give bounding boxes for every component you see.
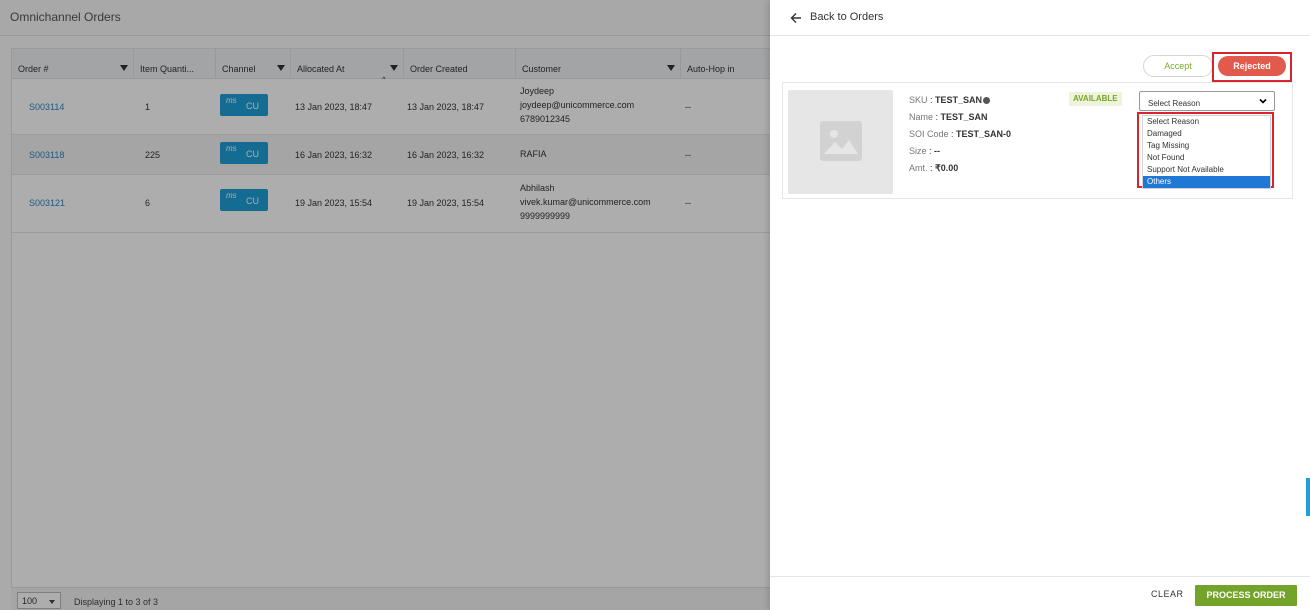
product-thumbnail (788, 90, 893, 194)
clear-button[interactable]: CLEAR (1151, 589, 1184, 599)
back-to-orders-link[interactable]: Back to Orders (810, 11, 883, 23)
reason-option-support-not-available[interactable]: Support Not Available (1143, 164, 1270, 176)
reject-reason-select[interactable]: Select Reason (1139, 91, 1275, 111)
process-order-button[interactable]: PROCESS ORDER (1195, 585, 1297, 606)
reason-option-tag-missing[interactable]: Tag Missing (1143, 140, 1270, 152)
availability-badge: AVAILABLE (1069, 92, 1122, 106)
reason-option-select-reason[interactable]: Select Reason (1143, 116, 1270, 128)
soi-code-line: SOI Code : TEST_SAN-0 (909, 129, 1012, 139)
order-detail-panel: Back to Orders Accept Rejected SKU : TES… (770, 0, 1310, 610)
sku-line: SKU : TEST_SAN (909, 95, 991, 105)
reason-option-others[interactable]: Others (1143, 176, 1270, 188)
reason-option-not-found[interactable]: Not Found (1143, 152, 1270, 164)
rejected-button[interactable]: Rejected (1218, 56, 1286, 76)
accept-button[interactable]: Accept (1143, 55, 1213, 77)
reason-dropdown-list: Select Reason Damaged Tag Missing Not Fo… (1142, 115, 1271, 189)
image-placeholder-icon (820, 121, 862, 161)
panel-header: Back to Orders (770, 0, 1310, 36)
side-tab-handle[interactable] (1306, 478, 1310, 516)
panel-footer: CLEAR PROCESS ORDER (770, 576, 1310, 610)
amount-line: Amt. : ₹0.00 (909, 163, 959, 173)
reason-option-damaged[interactable]: Damaged (1143, 128, 1270, 140)
back-arrow-icon[interactable] (790, 12, 802, 24)
info-icon[interactable] (983, 97, 991, 104)
name-line: Name : TEST_SAN (909, 112, 988, 122)
modal-backdrop[interactable] (0, 0, 770, 610)
size-line: Size : -- (909, 146, 941, 156)
chevron-down-icon (1259, 98, 1267, 104)
